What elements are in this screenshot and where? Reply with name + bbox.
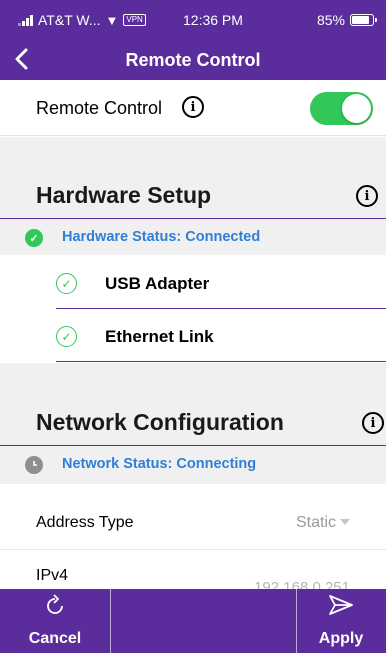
hardware-status-row: ✓ Hardware Status: Connected	[0, 219, 386, 255]
remote-control-toggle[interactable]	[310, 92, 373, 125]
remote-control-row: Remote Control i	[0, 80, 386, 136]
hardware-section-header: Hardware Setup i	[0, 172, 386, 218]
ipv4-row[interactable]: IPv4 192.168.0.251	[0, 551, 386, 589]
divider	[110, 589, 111, 653]
carrier-name: AT&T W...	[38, 12, 101, 28]
refresh-icon	[0, 594, 110, 626]
apply-button[interactable]: Apply	[296, 589, 386, 653]
battery-percent: 85%	[316, 12, 345, 28]
check-circle-icon: ✓	[56, 273, 77, 294]
spacer	[0, 137, 386, 172]
address-type-value: Static	[295, 514, 336, 531]
clock-icon	[25, 456, 43, 474]
network-status-text: Network Status: Connecting	[62, 456, 257, 472]
apply-label: Apply	[318, 630, 364, 647]
signal-icon	[18, 14, 33, 26]
remote-control-label: Remote Control	[36, 98, 163, 118]
bottom-toolbar: Cancel Apply	[0, 589, 386, 653]
page-title: Remote Control	[125, 50, 261, 70]
check-row-usb: ✓ USB Adapter	[0, 259, 386, 309]
divider	[56, 308, 386, 309]
vpn-badge: VPN	[123, 14, 146, 26]
ipv4-value[interactable]: 192.168.0.251	[254, 579, 350, 589]
check-label: Ethernet Link	[105, 327, 214, 346]
check-circle-icon: ✓	[56, 326, 77, 347]
check-row-ethernet: ✓ Ethernet Link	[0, 312, 386, 362]
address-type-row[interactable]: Address Type Static	[0, 500, 386, 550]
wifi-icon: ▼	[105, 12, 119, 28]
cancel-button[interactable]: Cancel	[0, 589, 110, 653]
network-section-title: Network Configuration	[36, 409, 284, 435]
remote-control-info-icon[interactable]: i	[182, 96, 204, 118]
hardware-section-title: Hardware Setup	[36, 182, 212, 208]
status-bar: AT&T W... ▼ VPN 12:36 PM 85%	[0, 0, 386, 40]
network-status-row: Network Status: Connecting	[0, 446, 386, 484]
ipv4-label: IPv4	[36, 567, 69, 584]
hardware-status-text: Hardware Status: Connected	[62, 229, 261, 245]
send-icon	[296, 594, 386, 624]
caret-down-icon	[340, 519, 350, 525]
address-type-select[interactable]: Static	[296, 514, 350, 532]
check-label: USB Adapter	[105, 274, 210, 293]
battery-icon	[350, 14, 377, 26]
spacer	[0, 363, 386, 399]
toggle-knob	[342, 94, 371, 123]
nav-bar: Remote Control	[0, 40, 386, 80]
carrier-group: AT&T W... ▼ VPN	[18, 12, 146, 28]
divider	[56, 361, 386, 362]
clock: 12:36 PM	[183, 12, 243, 28]
battery-group: 85%	[316, 12, 377, 28]
network-info-icon[interactable]: i	[362, 412, 384, 434]
cancel-label: Cancel	[28, 630, 82, 647]
address-type-label: Address Type	[36, 514, 134, 531]
check-filled-icon: ✓	[25, 229, 43, 247]
hardware-info-icon[interactable]: i	[356, 185, 378, 207]
network-section-header: Network Configuration i	[0, 399, 386, 445]
